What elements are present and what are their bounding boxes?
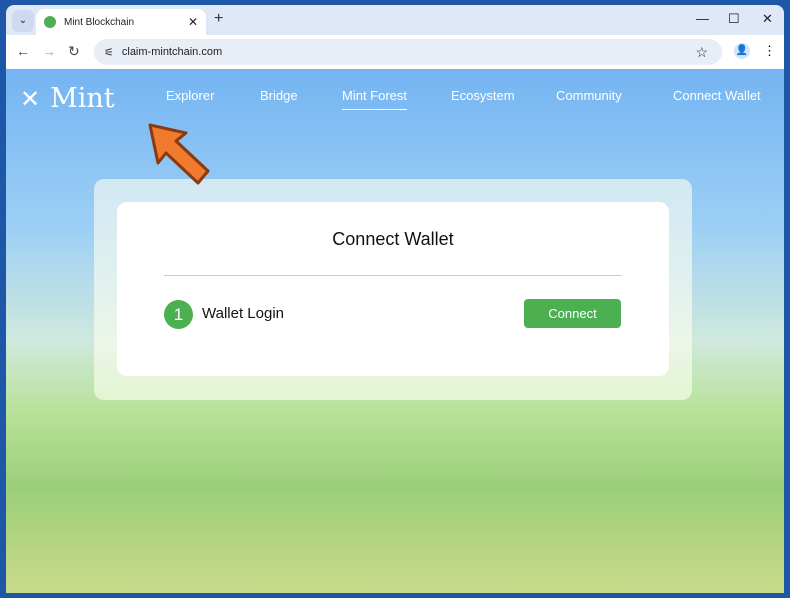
tab-bar: ⌄ Mint Blockchain ✕ + — ☐ ✕ xyxy=(6,5,784,35)
profile-icon[interactable]: 👤 xyxy=(734,43,750,59)
bookmark-star-icon[interactable]: ☆ xyxy=(695,44,708,61)
favicon-icon xyxy=(44,16,56,28)
tab-active[interactable]: Mint Blockchain ✕ xyxy=(36,9,206,35)
pointer-arrow-icon xyxy=(148,123,210,185)
nav-bridge[interactable]: Bridge xyxy=(260,88,298,103)
address-bar[interactable]: ⚟ claim-mintchain.com ☆ xyxy=(94,39,722,65)
maximize-icon[interactable]: ☐ xyxy=(728,11,740,27)
menu-icon[interactable]: ⋮ xyxy=(763,43,776,59)
connect-wallet-card: Connect Wallet 1 Wallet Login Connect xyxy=(117,202,669,376)
nav-ecosystem[interactable]: Ecosystem xyxy=(451,88,515,103)
minimize-icon[interactable]: — xyxy=(696,11,709,26)
site-logo[interactable]: ✕ Mint xyxy=(20,83,115,114)
new-tab-button[interactable]: + xyxy=(214,10,223,28)
toolbar: ← → ↻ ⚟ claim-mintchain.com ☆ 👤 ⋮ xyxy=(6,35,784,69)
connect-button[interactable]: Connect xyxy=(524,299,621,328)
back-icon[interactable]: ← xyxy=(16,43,30,59)
mint-logo-icon: ✕ xyxy=(20,84,41,113)
forward-icon[interactable]: → xyxy=(42,43,56,59)
site-settings-icon[interactable]: ⚟ xyxy=(104,46,114,59)
nav-explorer[interactable]: Explorer xyxy=(166,88,214,103)
tab-search-button[interactable]: ⌄ xyxy=(12,10,34,32)
step-label: Wallet Login xyxy=(202,305,284,322)
nav-community[interactable]: Community xyxy=(556,88,622,103)
web-page: ✕ Mint Explorer Bridge Mint Forest Ecosys… xyxy=(6,69,784,593)
modal-title: Connect Wallet xyxy=(332,229,454,249)
nav-mint-forest[interactable]: Mint Forest xyxy=(342,88,408,110)
reload-icon[interactable]: ↻ xyxy=(68,43,80,60)
modal-backdrop: Connect Wallet 1 Wallet Login Connect xyxy=(94,179,692,400)
browser-window: ⌄ Mint Blockchain ✕ + — ☐ ✕ ← → ↻ ⚟ clai… xyxy=(6,5,784,593)
logo-text: Mint xyxy=(50,83,115,114)
tab-title: Mint Blockchain xyxy=(64,16,135,28)
step-badge: 1 xyxy=(164,300,193,329)
url-text: claim-mintchain.com xyxy=(121,46,223,58)
close-tab-icon[interactable]: ✕ xyxy=(188,15,198,29)
nav-connect-wallet[interactable]: Connect Wallet xyxy=(673,88,761,103)
close-window-icon[interactable]: ✕ xyxy=(762,11,773,27)
divider xyxy=(164,275,622,276)
